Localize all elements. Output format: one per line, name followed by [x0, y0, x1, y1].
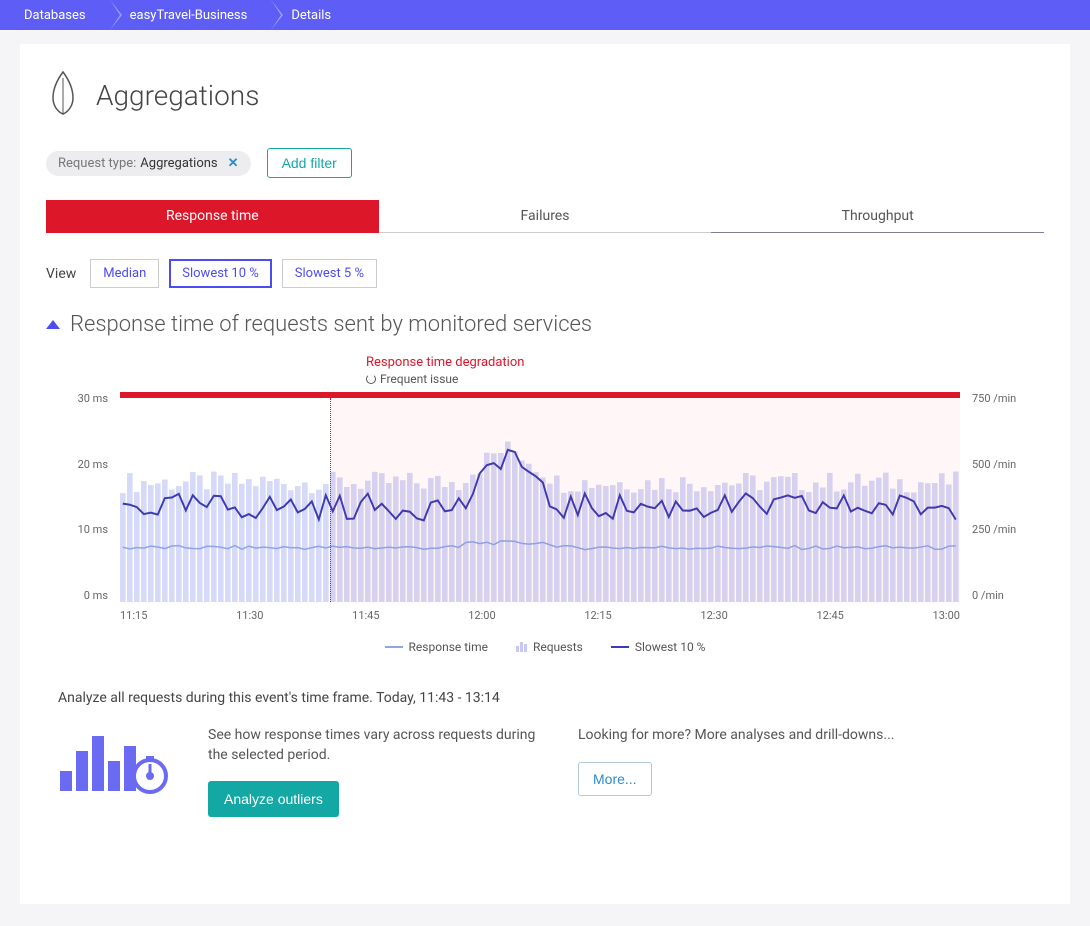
view-row: View Median Slowest 10 % Slowest 5 % — [46, 259, 1044, 288]
y-axis-left: 30 ms 20 ms 10 ms 0 ms — [66, 392, 114, 602]
filter-row: Request type: Aggregations ✕ Add filter — [46, 148, 1044, 178]
more-button[interactable]: More... — [578, 762, 652, 796]
legend-line-icon — [385, 646, 403, 648]
x-tick: 12:45 — [816, 609, 843, 622]
x-tick: 11:30 — [236, 609, 263, 622]
add-filter-button[interactable]: Add filter — [267, 148, 352, 178]
x-tick: 11:45 — [352, 609, 379, 622]
y-right-tick: 500 /min — [972, 458, 1024, 471]
bottom-cards: See how response times vary across reque… — [58, 726, 1044, 817]
breadcrumb: Databases easyTravel-Business Details — [0, 0, 1090, 30]
tab-response-time[interactable]: Response time — [46, 200, 379, 233]
analysis-timeframe-text: Analyze all requests during this event's… — [58, 690, 1044, 706]
outliers-description: See how response times vary across reque… — [208, 726, 548, 765]
tab-failures[interactable]: Failures — [379, 200, 712, 233]
chart-plot[interactable] — [120, 392, 960, 602]
tabs: Response time Failures Throughput — [46, 200, 1044, 233]
legend-line-icon — [611, 646, 629, 648]
chip-value: Aggregations — [140, 156, 217, 171]
legend-requests[interactable]: Requests — [516, 640, 583, 654]
x-tick: 12:00 — [468, 609, 495, 622]
section-header[interactable]: Response time of requests sent by monito… — [46, 312, 1044, 337]
breadcrumb-item-service[interactable]: easyTravel-Business — [110, 0, 272, 30]
outliers-icon — [58, 726, 178, 817]
frequent-issue-icon — [366, 374, 376, 384]
legend-response-time[interactable]: Response time — [385, 640, 488, 654]
view-option-slowest-5[interactable]: Slowest 5 % — [282, 259, 377, 288]
y-left-tick: 0 ms — [66, 589, 108, 602]
legend-bars-icon — [516, 642, 527, 652]
chip-label: Request type: — [58, 156, 136, 171]
page-header: Aggregations — [46, 70, 1044, 120]
chart-zone: Response time degradation Frequent issue… — [66, 355, 1024, 654]
degradation-overlay — [330, 398, 960, 602]
breadcrumb-item-databases[interactable]: Databases — [4, 0, 110, 30]
outliers-card: See how response times vary across reque… — [208, 726, 548, 817]
banner-title: Response time degradation — [366, 355, 1024, 370]
y-axis-right: 750 /min 500 /min 250 /min 0 /min — [966, 392, 1024, 602]
y-right-tick: 750 /min — [972, 392, 1024, 405]
leaf-icon — [46, 70, 80, 120]
chart-banner: Response time degradation Frequent issue — [366, 355, 1024, 386]
x-tick: 12:30 — [700, 609, 727, 622]
breadcrumb-item-details[interactable]: Details — [271, 0, 355, 30]
y-right-tick: 0 /min — [972, 589, 1024, 602]
y-right-tick: 250 /min — [972, 523, 1024, 536]
view-option-median[interactable]: Median — [90, 259, 159, 288]
x-tick: 12:15 — [584, 609, 611, 622]
tab-throughput[interactable]: Throughput — [711, 200, 1044, 233]
view-label: View — [46, 266, 76, 282]
chip-remove-icon[interactable]: ✕ — [228, 156, 239, 171]
main-card: Aggregations Request type: Aggregations … — [20, 44, 1070, 904]
legend-slowest-10[interactable]: Slowest 10 % — [611, 640, 706, 654]
y-left-tick: 20 ms — [66, 458, 108, 471]
x-tick: 13:00 — [933, 609, 960, 622]
more-card: Looking for more? More analyses and dril… — [578, 726, 918, 817]
filter-chip-request-type[interactable]: Request type: Aggregations ✕ — [46, 151, 251, 176]
y-left-tick: 10 ms — [66, 523, 108, 536]
chart-frame: 30 ms 20 ms 10 ms 0 ms 750 /min 500 /min… — [66, 392, 1024, 622]
x-axis: 11:15 11:30 11:45 12:00 12:15 12:30 12:4… — [120, 609, 960, 622]
section-title: Response time of requests sent by monito… — [70, 312, 592, 337]
more-description: Looking for more? More analyses and dril… — [578, 726, 918, 746]
x-tick: 11:15 — [120, 609, 147, 622]
chart-legend: Response time Requests Slowest 10 % — [66, 640, 1024, 654]
analyze-outliers-button[interactable]: Analyze outliers — [208, 781, 339, 817]
y-left-tick: 30 ms — [66, 392, 108, 405]
view-option-slowest-10[interactable]: Slowest 10 % — [169, 259, 272, 288]
chevron-up-icon — [46, 320, 60, 329]
banner-subtitle: Frequent issue — [380, 372, 458, 386]
page-title: Aggregations — [96, 79, 259, 112]
